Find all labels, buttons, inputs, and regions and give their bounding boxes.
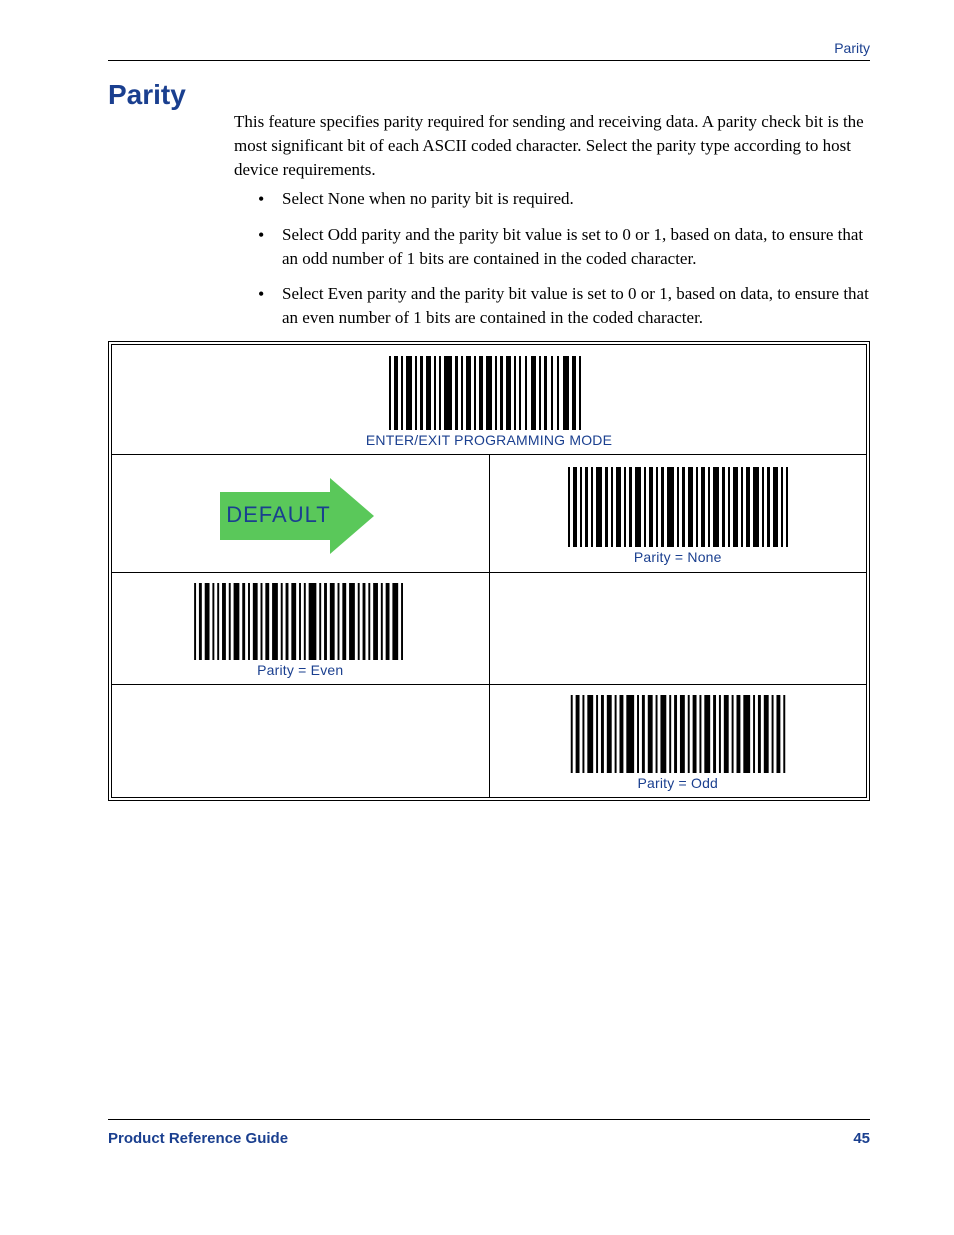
cell-default: DEFAULT bbox=[112, 455, 490, 572]
barcode-caption: Parity = Even bbox=[257, 662, 343, 678]
bullet-item: Select Odd parity and the parity bit val… bbox=[258, 223, 870, 271]
barcode-frame: ENTER/EXIT PROGRAMMING MODE DEFAULT bbox=[108, 341, 870, 801]
section-title: Parity bbox=[108, 79, 186, 111]
cell-empty bbox=[490, 573, 867, 684]
barcode-caption: ENTER/EXIT PROGRAMMING MODE bbox=[366, 432, 612, 448]
barcode-parity-odd bbox=[568, 695, 788, 773]
bullet-list: Select None when no parity bit is requir… bbox=[258, 187, 870, 342]
barcode-caption: Parity = None bbox=[634, 549, 722, 565]
default-arrow: DEFAULT bbox=[220, 478, 380, 554]
running-header: Parity bbox=[834, 40, 870, 56]
header-rule bbox=[108, 60, 870, 61]
intro-paragraph: This feature specifies parity required f… bbox=[234, 110, 870, 181]
barcode-caption: Parity = Odd bbox=[637, 775, 718, 791]
row-default-none: DEFAULT bbox=[112, 455, 866, 573]
bullet-item: Select Even parity and the parity bit va… bbox=[258, 282, 870, 330]
barcode-parity-even bbox=[190, 583, 410, 660]
cell-parity-none: Parity = None bbox=[490, 455, 867, 572]
bullet-item: Select None when no parity bit is requir… bbox=[258, 187, 870, 211]
default-label: DEFAULT bbox=[226, 502, 330, 528]
page: Parity Parity This feature specifies par… bbox=[0, 0, 954, 1235]
barcode-enter-exit bbox=[389, 356, 589, 430]
cell-parity-even: Parity = Even bbox=[112, 573, 490, 684]
page-number: 45 bbox=[853, 1130, 870, 1147]
row-odd: Parity = Odd bbox=[112, 685, 866, 797]
cell-parity-odd: Parity = Odd bbox=[490, 685, 867, 797]
footer-title: Product Reference Guide bbox=[108, 1130, 288, 1147]
row-enter-exit: ENTER/EXIT PROGRAMMING MODE bbox=[112, 345, 866, 455]
cell-empty bbox=[112, 685, 490, 797]
cell-enter-exit: ENTER/EXIT PROGRAMMING MODE bbox=[112, 345, 866, 454]
row-even: Parity = Even bbox=[112, 573, 866, 685]
barcode-parity-none bbox=[568, 467, 788, 547]
footer: Product Reference Guide 45 bbox=[108, 1119, 870, 1147]
